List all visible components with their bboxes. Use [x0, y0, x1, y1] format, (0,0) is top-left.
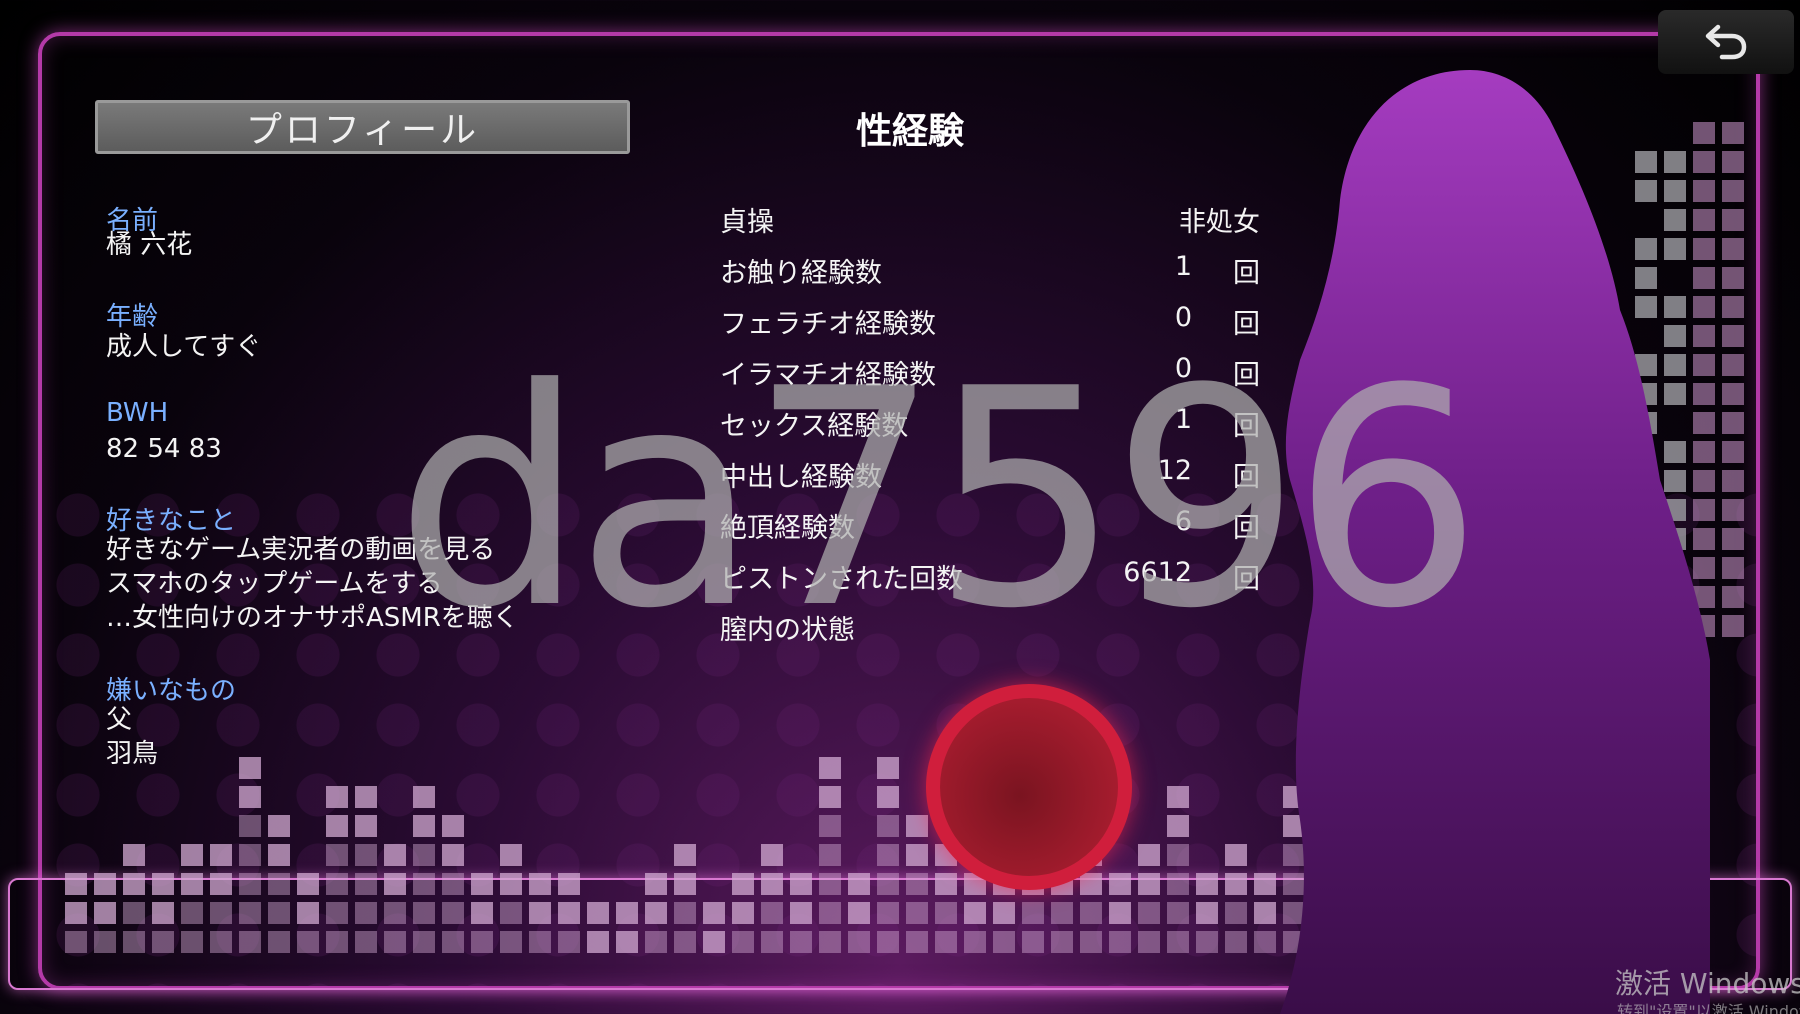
windows-activation-title: 激活 Windows	[1615, 967, 1800, 1000]
experience-title: 性経験	[855, 111, 964, 152]
age-label: 年齢	[106, 302, 159, 332]
bwh-label: BWH	[106, 398, 169, 428]
dislikes-item: 羽鳥	[106, 739, 159, 769]
back-arrow-icon	[1705, 24, 1747, 60]
likes-item: スマホのタップゲームをする	[106, 569, 443, 599]
experience-row: お触り経験数 1 回	[720, 251, 1260, 293]
game-screen: プロフィール 名前 橘 六花 年齢 成人してすぐ BWH 82 54 83 好き…	[0, 0, 1800, 1014]
name-value: 橘 六花	[106, 230, 193, 260]
dislikes-label: 嫌いなもの	[106, 676, 237, 706]
experience-value: 1	[1174, 251, 1192, 282]
watermark-text: da7596	[395, 325, 1483, 674]
dislikes-item: 父	[106, 705, 133, 735]
experience-row: 貞操 非処女	[720, 200, 1260, 242]
experience-value: 非処女	[1179, 207, 1260, 238]
experience-label: お触り経験数	[720, 258, 882, 289]
bwh-value: 82 54 83	[106, 434, 222, 464]
windows-activation-subtitle: 转到"设置"以激活 Windows。	[1617, 1002, 1800, 1014]
likes-label: 好きなこと	[106, 506, 237, 536]
profile-header-button[interactable]: プロフィール	[95, 100, 630, 154]
record-button-inner	[940, 698, 1118, 876]
age-value: 成人してすぐ	[106, 332, 262, 362]
experience-unit: 回	[1233, 258, 1260, 289]
back-button[interactable]	[1658, 10, 1794, 74]
experience-label: 貞操	[720, 207, 774, 238]
record-button-icon[interactable]	[926, 684, 1132, 890]
